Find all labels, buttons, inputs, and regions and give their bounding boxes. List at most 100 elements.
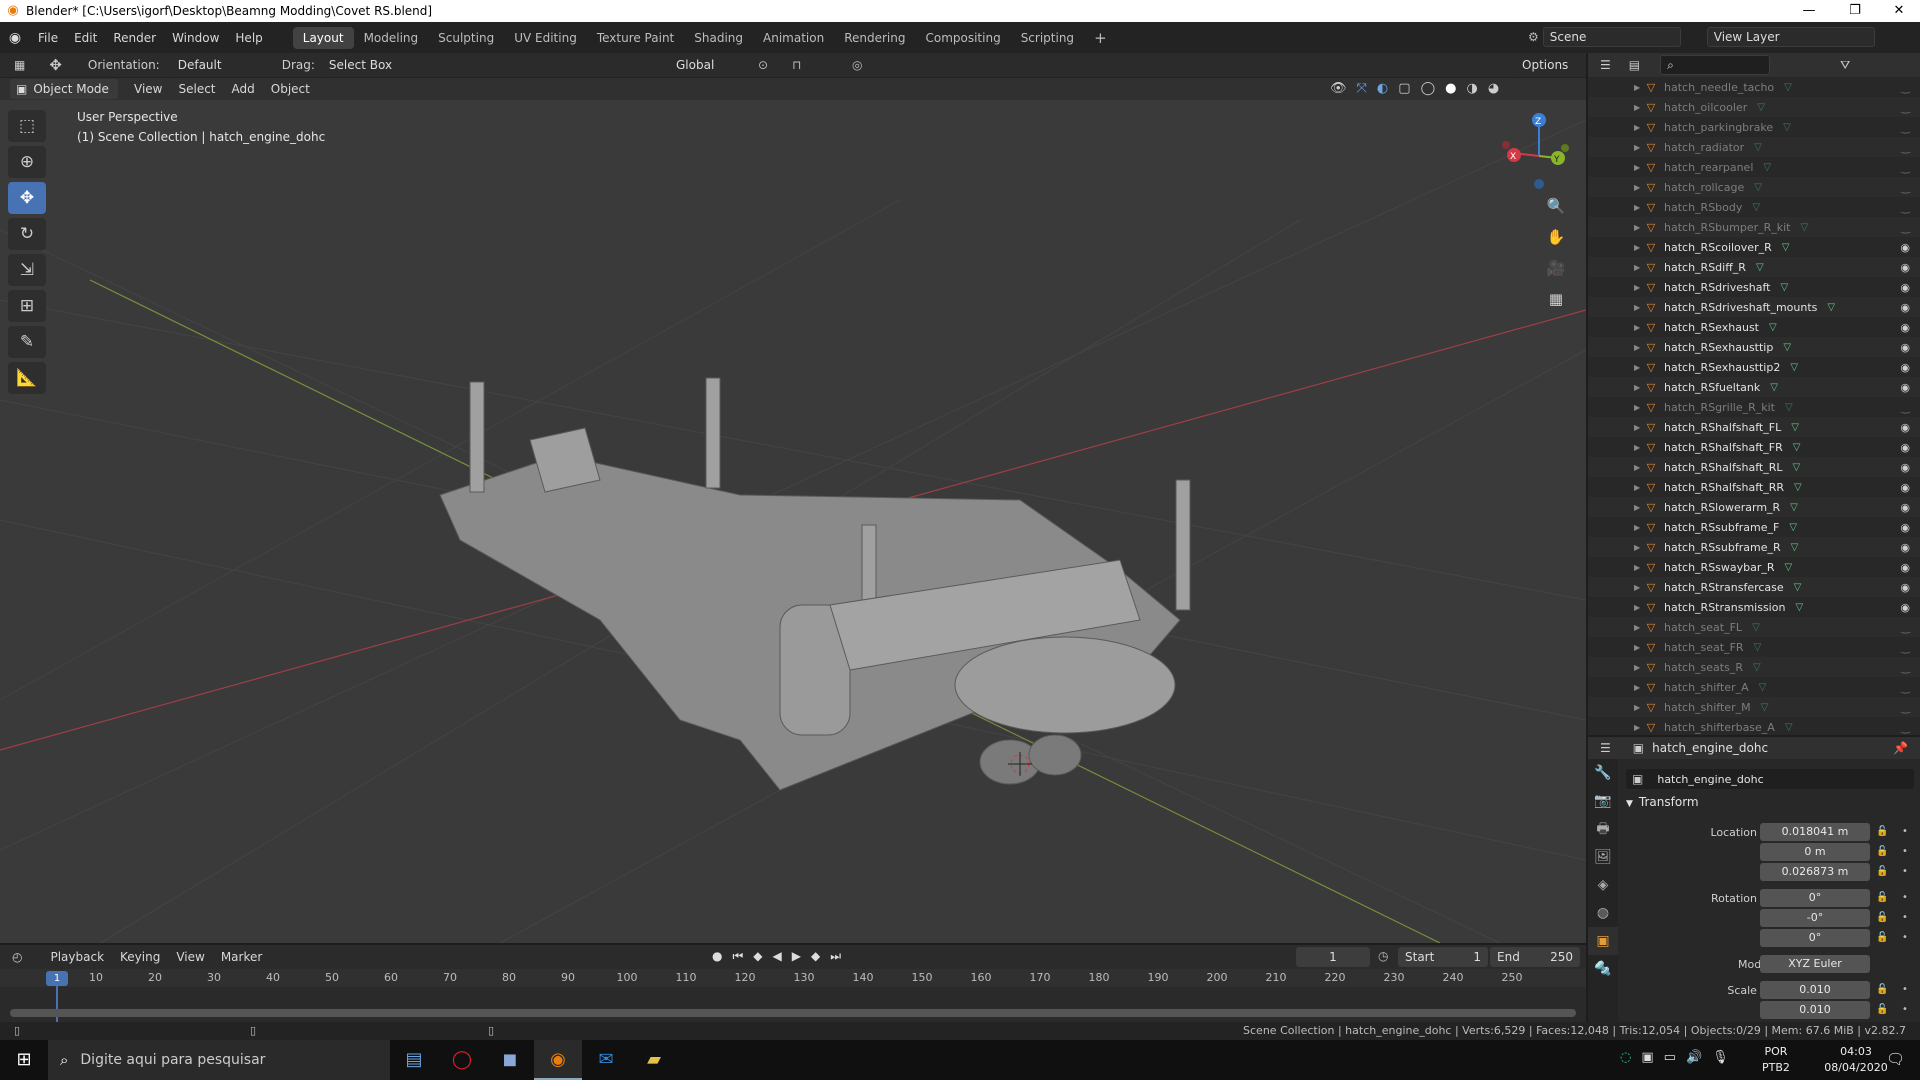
- menu-render[interactable]: Render: [105, 31, 164, 45]
- eye-icon[interactable]: ◉: [1900, 441, 1910, 454]
- tab-layout[interactable]: Layout: [292, 26, 354, 49]
- tab-animation[interactable]: Animation: [753, 27, 834, 49]
- discord-app-icon[interactable]: ◼: [486, 1040, 534, 1080]
- xray-icon[interactable]: ▢: [1398, 81, 1410, 96]
- eye-icon[interactable]: ◉: [1900, 481, 1910, 494]
- camera-icon[interactable]: 🎥: [1542, 254, 1570, 282]
- editor-type-icon[interactable]: ▦: [14, 58, 25, 72]
- field-value[interactable]: 0.018041 m: [1760, 823, 1870, 841]
- outliner-row[interactable]: ▶ ▽ hatch_RScoilover_R ▽ ◉: [1588, 237, 1920, 257]
- pin-icon[interactable]: 📌: [1893, 741, 1908, 755]
- eye-closed-icon[interactable]: ‿: [1901, 681, 1910, 694]
- outliner-row[interactable]: ▶ ▽ hatch_radiator ▽ ‿: [1588, 137, 1920, 157]
- timeline-scrollbar[interactable]: [10, 1009, 1576, 1017]
- expand-icon[interactable]: ▶: [1634, 283, 1644, 292]
- expand-icon[interactable]: ▶: [1634, 203, 1644, 212]
- expand-icon[interactable]: ▶: [1634, 543, 1644, 552]
- outliner-row[interactable]: ▶ ▽ hatch_RSgrille_R_kit ▽ ‿: [1588, 397, 1920, 417]
- expand-icon[interactable]: ▶: [1634, 503, 1644, 512]
- eye-closed-icon[interactable]: ‿: [1901, 181, 1910, 194]
- eye-icon[interactable]: ◉: [1900, 501, 1910, 514]
- end-frame-field[interactable]: End 250: [1490, 947, 1580, 967]
- display-mode-icon[interactable]: ▤: [1629, 58, 1640, 72]
- keyframe-dot-icon[interactable]: •: [1902, 846, 1908, 857]
- expand-icon[interactable]: ▶: [1634, 183, 1644, 192]
- mode-dropdown[interactable]: ▣ Object Mode: [10, 79, 118, 99]
- rotate-tool-icon[interactable]: ↻: [8, 218, 46, 250]
- outliner-row[interactable]: ▶ ▽ hatch_RSexhaust ▽ ◉: [1588, 317, 1920, 337]
- pan-hand-icon[interactable]: ✋: [1542, 223, 1570, 251]
- drag-dropdown[interactable]: Select Box: [322, 55, 411, 75]
- eye-closed-icon[interactable]: ‿: [1901, 161, 1910, 174]
- taskbar-search-box[interactable]: ⌕ Digite aqui para pesquisar: [48, 1040, 390, 1080]
- transform-tool-icon[interactable]: ⊞: [8, 290, 46, 322]
- keyframe-dot-icon[interactable]: •: [1902, 912, 1908, 923]
- tray-volume-icon[interactable]: 🔊: [1686, 1050, 1702, 1065]
- eye-icon[interactable]: ◉: [1900, 541, 1910, 554]
- view-menu[interactable]: View: [126, 82, 170, 96]
- maximize-button[interactable]: ❐: [1832, 0, 1878, 22]
- outliner-row[interactable]: ▶ ▽ hatch_rollcage ▽ ‿: [1588, 177, 1920, 197]
- outliner-row[interactable]: ▶ ▽ hatch_RStransfercase ▽ ◉: [1588, 577, 1920, 597]
- menu-window[interactable]: Window: [164, 31, 227, 45]
- outliner-row[interactable]: ▶ ▽ hatch_seats_R ▽ ‿: [1588, 657, 1920, 677]
- tray-app-icon[interactable]: ◌: [1620, 1050, 1631, 1065]
- current-frame-field[interactable]: 1: [1296, 947, 1370, 967]
- start-button-icon[interactable]: ⊞: [0, 1040, 48, 1080]
- menu-file[interactable]: File: [30, 31, 66, 45]
- transform-orientation-dropdown[interactable]: Global: [670, 55, 744, 75]
- playhead[interactable]: 1: [46, 971, 68, 986]
- eye-icon[interactable]: ◉: [1900, 301, 1910, 314]
- expand-icon[interactable]: ▶: [1634, 443, 1644, 452]
- outliner-row[interactable]: ▶ ▽ hatch_RSbody ▽ ‿: [1588, 197, 1920, 217]
- select-box-tool-icon[interactable]: ⬚: [8, 110, 46, 142]
- cursor-tool-icon[interactable]: ⊕: [8, 146, 46, 178]
- lock-icon[interactable]: 🔓: [1876, 932, 1888, 943]
- outliner-row[interactable]: ▶ ▽ hatch_RSexhausttip ▽ ◉: [1588, 337, 1920, 357]
- outliner-row[interactable]: ▶ ▽ hatch_RSdriveshaft_mounts ▽ ◉: [1588, 297, 1920, 317]
- tab-scripting[interactable]: Scripting: [1011, 27, 1084, 49]
- tray-network-icon[interactable]: ▭: [1664, 1050, 1676, 1065]
- outliner-row[interactable]: ▶ ▽ hatch_RStransmission ▽ ◉: [1588, 597, 1920, 617]
- expand-icon[interactable]: ▶: [1634, 563, 1644, 572]
- task-view-app-icon[interactable]: ▤: [390, 1040, 438, 1080]
- eye-icon[interactable]: ◉: [1900, 241, 1910, 254]
- add-menu[interactable]: Add: [224, 82, 263, 96]
- eye-icon[interactable]: ◉: [1900, 521, 1910, 534]
- outliner-row[interactable]: ▶ ▽ hatch_RShalfshaft_RR ▽ ◉: [1588, 477, 1920, 497]
- eye-icon[interactable]: ◉: [1900, 321, 1910, 334]
- keyframe-dot-icon[interactable]: •: [1902, 892, 1908, 903]
- lock-icon[interactable]: 🔓: [1876, 846, 1888, 857]
- outliner-row[interactable]: ▶ ▽ hatch_RShalfshaft_RL ▽ ◉: [1588, 457, 1920, 477]
- 3d-viewport[interactable]: Z X Y ⬚ ⊕ ✥ ↻ ⇲ ⊞ ✎ 📐 User Perspective (…: [0, 100, 1586, 943]
- tool-tab-icon[interactable]: 🔧: [1588, 759, 1618, 787]
- field-value[interactable]: XYZ Euler: [1760, 955, 1870, 973]
- grid-toggle-icon[interactable]: ▦: [1542, 285, 1570, 313]
- expand-icon[interactable]: ▶: [1634, 383, 1644, 392]
- eye-icon[interactable]: ◉: [1900, 261, 1910, 274]
- keyframe-dot-icon[interactable]: •: [1902, 826, 1908, 837]
- outliner-row[interactable]: ▶ ▽ hatch_parkingbrake ▽ ‿: [1588, 117, 1920, 137]
- outliner-row[interactable]: ▶ ▽ hatch_shifterbase_A ▽ ‿: [1588, 717, 1920, 737]
- expand-icon[interactable]: ▶: [1634, 603, 1644, 612]
- outliner-row[interactable]: ▶ ▽ hatch_RShalfshaft_FR ▽ ◉: [1588, 437, 1920, 457]
- play-reverse-icon[interactable]: ◀: [773, 949, 782, 964]
- annotate-tool-icon[interactable]: ✎: [8, 326, 46, 358]
- prev-keyframe-icon[interactable]: ◆: [753, 949, 762, 964]
- expand-icon[interactable]: ▶: [1634, 683, 1644, 692]
- zoom-icon[interactable]: 🔍: [1542, 192, 1570, 220]
- eye-closed-icon[interactable]: ‿: [1901, 701, 1910, 714]
- keyframe-dot-icon[interactable]: •: [1902, 984, 1908, 995]
- playback-menu[interactable]: Playback: [42, 950, 112, 964]
- outliner-row[interactable]: ▶ ▽ hatch_RSswaybar_R ▽ ◉: [1588, 557, 1920, 577]
- expand-icon[interactable]: ▶: [1634, 723, 1644, 732]
- overlay-toggle-icon[interactable]: ◐: [1377, 81, 1388, 96]
- minimize-button[interactable]: —: [1786, 0, 1832, 22]
- eye-closed-icon[interactable]: ‿: [1901, 641, 1910, 654]
- blender-menu-icon[interactable]: ◉: [0, 30, 30, 46]
- lock-icon[interactable]: 🔓: [1876, 1004, 1888, 1015]
- outliner-row[interactable]: ▶ ▽ hatch_shifter_A ▽ ‿: [1588, 677, 1920, 697]
- expand-icon[interactable]: ▶: [1634, 403, 1644, 412]
- keyframe-dot-icon[interactable]: •: [1902, 866, 1908, 877]
- expand-icon[interactable]: ▶: [1634, 583, 1644, 592]
